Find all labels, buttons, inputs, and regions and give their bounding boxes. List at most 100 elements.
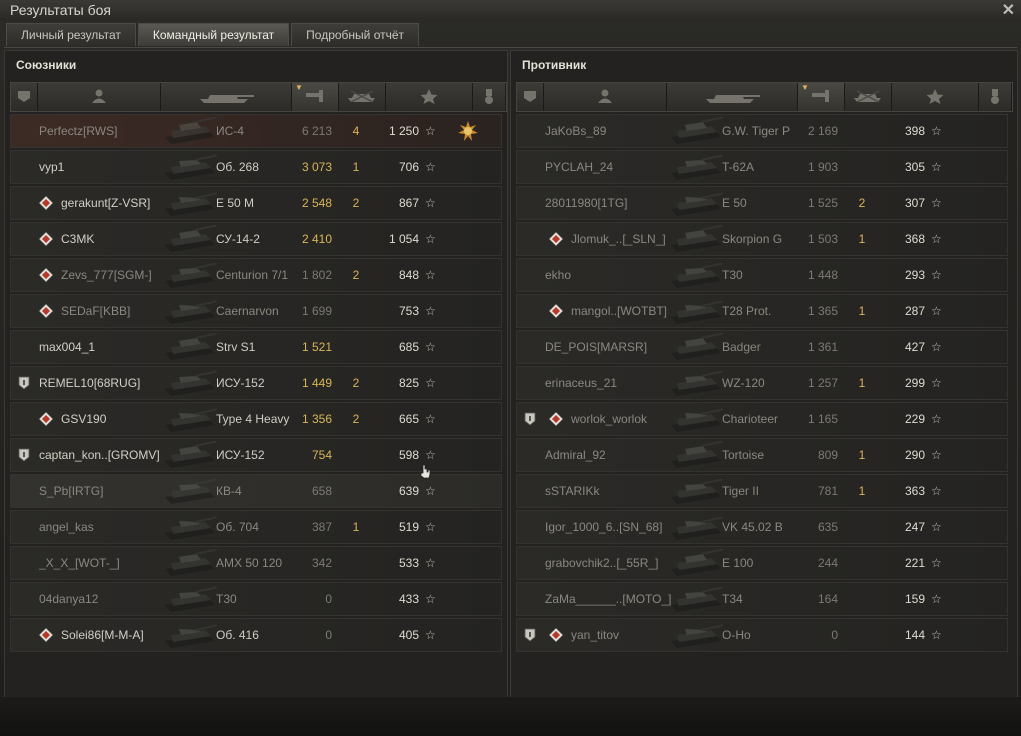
- clan-emblem-icon: [38, 195, 54, 211]
- header-kills-column[interactable]: [845, 83, 892, 111]
- tab-personal-result[interactable]: Личный результат: [6, 23, 136, 46]
- player-row[interactable]: Solei86[M-M-A] Об. 416 0 405 ☆: [10, 618, 502, 652]
- player-row[interactable]: Igor_1000_6..[SN_68] VK 45.02 B 635 247 ☆: [516, 510, 1008, 544]
- player-name[interactable]: sSTARIKk: [545, 475, 721, 507]
- player-name[interactable]: angel_kas: [39, 511, 215, 543]
- player-name[interactable]: grabovchik2..[_55R_]: [545, 547, 721, 579]
- tank-name: G.W. Tiger P: [722, 124, 791, 138]
- player-name[interactable]: ZaMa______..[MOTO_]: [545, 583, 721, 615]
- xp-star-icon: ☆: [931, 592, 942, 606]
- player-row[interactable]: angel_kas Об. 704 387 1 519 ☆: [10, 510, 502, 544]
- clan-emblem-icon: [548, 411, 564, 427]
- tab-detailed-report[interactable]: Подробный отчёт: [291, 23, 420, 46]
- damage-value: 1 257: [807, 376, 838, 390]
- header-xp-column[interactable]: [892, 83, 979, 111]
- player-name[interactable]: captan_kon..[GROMV]: [39, 439, 215, 471]
- player-row[interactable]: grabovchik2..[_55R_] E 100 244 221 ☆: [516, 546, 1008, 580]
- player-row[interactable]: PYCLAH_24 T-62A 1 903 305 ☆: [516, 150, 1008, 184]
- damage-value: 1 521: [301, 340, 332, 354]
- damage-value: 1 699: [301, 304, 332, 318]
- player-row[interactable]: Jlomuk_..[_SLN_] Skorpion G 1 503 1 368 ☆: [516, 222, 1008, 256]
- header-platoon-column[interactable]: [517, 83, 544, 111]
- header-platoon-column[interactable]: [11, 83, 38, 111]
- damage-value: 1 356: [301, 412, 332, 426]
- player-name[interactable]: yan_titov: [571, 619, 721, 651]
- player-icon: [593, 88, 617, 107]
- tank-name: Charioteer: [722, 412, 779, 426]
- kills-value: 2: [352, 196, 360, 210]
- header-xp-column[interactable]: [386, 83, 473, 111]
- tank-name: Type 4 Heavy: [216, 412, 290, 426]
- header-kills-column[interactable]: [339, 83, 386, 111]
- player-icon: [87, 88, 111, 107]
- player-row[interactable]: SEDaF[KBB] Caernarvon 1 699 753 ☆: [10, 294, 502, 328]
- player-row[interactable]: vyp1 Об. 268 3 073 1 706 ☆: [10, 150, 502, 184]
- player-name[interactable]: vyp1: [39, 151, 215, 183]
- player-row[interactable]: ZaMa______..[MOTO_] T34 164 159 ☆: [516, 582, 1008, 616]
- player-name[interactable]: worlok_worlok: [571, 403, 721, 435]
- close-icon[interactable]: ✕: [1002, 0, 1015, 20]
- player-name[interactable]: GSV190: [61, 403, 215, 435]
- player-name[interactable]: S_Pb[IRTG]: [39, 475, 215, 507]
- player-row[interactable]: mangol..[WOTBT] T28 Prot. 1 365 1 287 ☆: [516, 294, 1008, 328]
- header-damage-column[interactable]: ▼: [798, 83, 845, 111]
- player-name[interactable]: Admiral_92: [545, 439, 721, 471]
- header-tank-column[interactable]: [161, 83, 292, 111]
- player-name[interactable]: REMEL10[68RUG]: [39, 367, 215, 399]
- header-medal-column[interactable]: [979, 83, 1012, 111]
- player-name[interactable]: Jlomuk_..[_SLN_]: [571, 223, 721, 255]
- xp-value: 1 250: [388, 124, 419, 138]
- player-row[interactable]: max004_1 Strv S1 1 521 685 ☆: [10, 330, 502, 364]
- player-row[interactable]: JaKoBs_89 G.W. Tiger P 2 169 398 ☆: [516, 114, 1008, 148]
- player-row[interactable]: yan_titov O-Ho 0 144 ☆: [516, 618, 1008, 652]
- player-row[interactable]: DE_POIS[MARSR] Badger 1 361 427 ☆: [516, 330, 1008, 364]
- header-medal-column[interactable]: [473, 83, 506, 111]
- medal-icon[interactable]: [458, 121, 478, 141]
- player-row[interactable]: 28011980[1TG] E 50 1 525 2 307 ☆: [516, 186, 1008, 220]
- player-name[interactable]: SEDaF[KBB]: [61, 295, 215, 327]
- player-row[interactable]: sSTARIKk Tiger II 781 1 363 ☆: [516, 474, 1008, 508]
- player-row[interactable]: ekho T30 1 448 293 ☆: [516, 258, 1008, 292]
- player-row[interactable]: gerakunt[Z-VSR] E 50 M 2 548 2 867 ☆: [10, 186, 502, 220]
- player-name[interactable]: DE_POIS[MARSR]: [545, 331, 721, 363]
- player-row[interactable]: 04danya12 T30 0 433 ☆: [10, 582, 502, 616]
- tab-team-result[interactable]: Командный результат: [137, 23, 290, 46]
- player-name[interactable]: erinaceus_21: [545, 367, 721, 399]
- player-row[interactable]: C3MK СУ-14-2 2 410 1 054 ☆: [10, 222, 502, 256]
- player-name[interactable]: mangol..[WOTBT]: [571, 295, 721, 327]
- player-row[interactable]: _X_X_[WOT-_] AMX 50 120 342 533 ☆: [10, 546, 502, 580]
- header-player-column[interactable]: [38, 83, 161, 111]
- xp-icon: [923, 88, 947, 107]
- player-row[interactable]: Zevs_777[SGM-] Centurion 7/1 1 802 2 848 ☆: [10, 258, 502, 292]
- player-row[interactable]: Admiral_92 Tortoise 809 1 290 ☆: [516, 438, 1008, 472]
- damage-value: 0: [325, 628, 332, 642]
- player-name[interactable]: _X_X_[WOT-_]: [39, 547, 215, 579]
- player-name[interactable]: Perfectz[RWS]: [39, 115, 215, 147]
- player-name[interactable]: C3MK: [61, 223, 215, 255]
- header-damage-column[interactable]: ▼: [292, 83, 339, 111]
- player-row[interactable]: Perfectz[RWS] ИС-4 6 213 4 1 250 ☆: [10, 114, 502, 148]
- player-name[interactable]: gerakunt[Z-VSR]: [61, 187, 215, 219]
- player-name[interactable]: Igor_1000_6..[SN_68]: [545, 511, 721, 543]
- player-name[interactable]: 04danya12: [39, 583, 215, 615]
- tank-name: O-Ho: [722, 628, 751, 642]
- xp-star-icon: ☆: [425, 376, 436, 390]
- player-name[interactable]: 28011980[1TG]: [545, 187, 721, 219]
- player-row[interactable]: GSV190 Type 4 Heavy 1 356 2 665 ☆: [10, 402, 502, 436]
- player-row[interactable]: S_Pb[IRTG] КВ-4 658 639 ☆: [10, 474, 502, 508]
- player-row[interactable]: REMEL10[68RUG] ИСУ-152 1 449 2 825 ☆: [10, 366, 502, 400]
- player-row[interactable]: worlok_worlok Charioteer 1 165 229 ☆: [516, 402, 1008, 436]
- player-name[interactable]: PYCLAH_24: [545, 151, 721, 183]
- player-name[interactable]: ekho: [545, 259, 721, 291]
- player-name[interactable]: JaKoBs_89: [545, 115, 721, 147]
- header-player-column[interactable]: [544, 83, 667, 111]
- player-name[interactable]: Zevs_777[SGM-]: [61, 259, 215, 291]
- header-tank-column[interactable]: [667, 83, 798, 111]
- xp-value: 825: [398, 376, 419, 390]
- player-name[interactable]: Solei86[M-M-A]: [61, 619, 215, 651]
- player-name[interactable]: max004_1: [39, 331, 215, 363]
- xp-value: 144: [904, 628, 925, 642]
- kills-value: [847, 619, 877, 651]
- tank-name: Badger: [722, 340, 761, 354]
- player-row[interactable]: erinaceus_21 WZ-120 1 257 1 299 ☆: [516, 366, 1008, 400]
